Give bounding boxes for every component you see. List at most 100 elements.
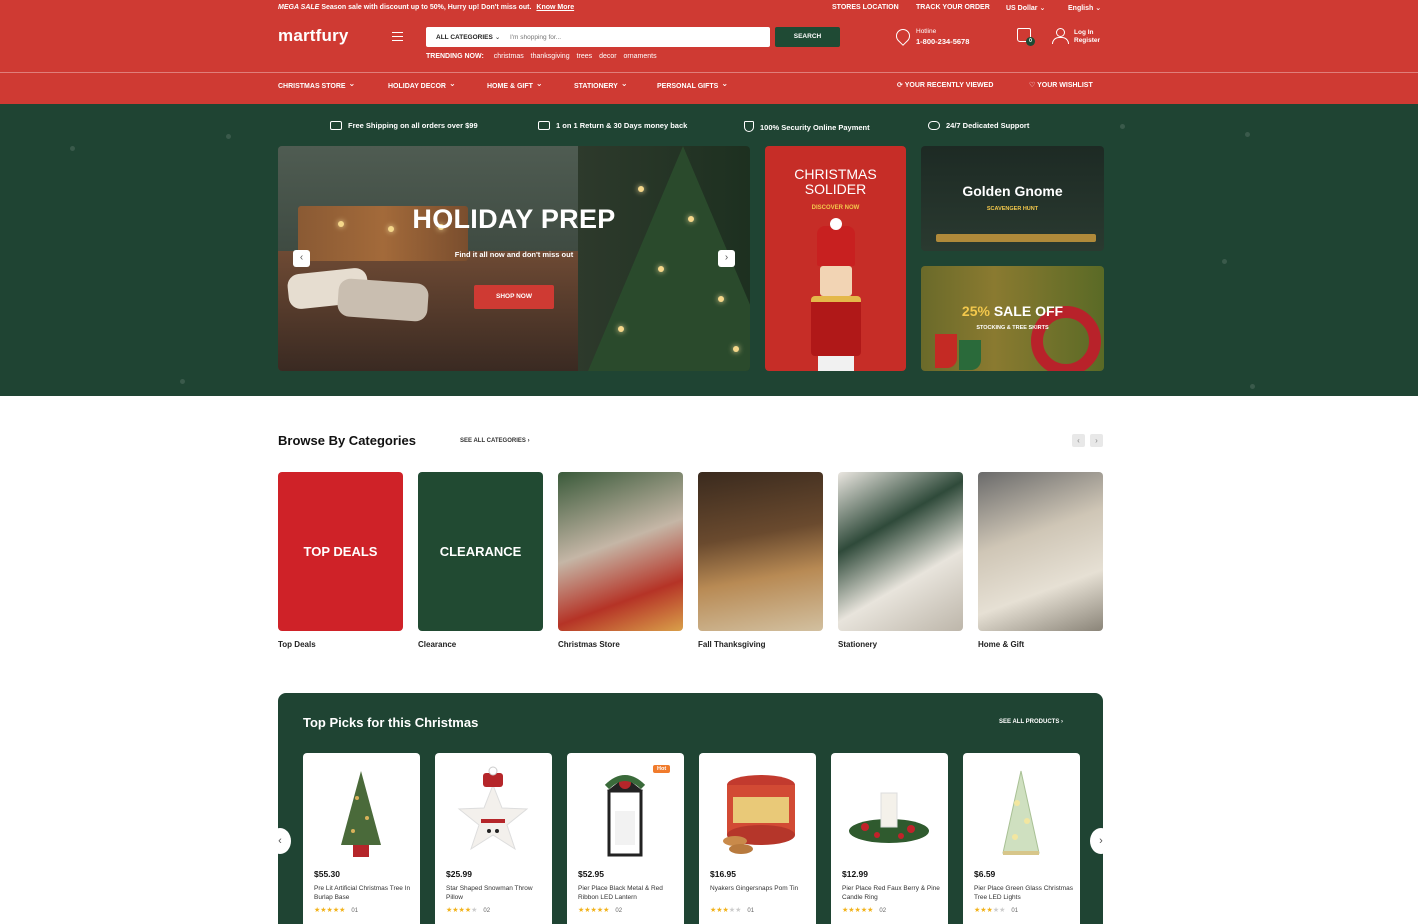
trending-link[interactable]: decor — [599, 53, 617, 60]
see-all-categories-link[interactable]: SEE ALL CATEGORIES › — [460, 438, 530, 444]
nav-holiday-decor[interactable]: HOLIDAY DECOR — [388, 81, 456, 90]
product-rating: ★★★★★ 02 — [578, 906, 622, 914]
product-rating: ★★★★★ 01 — [710, 906, 754, 914]
feature-shipping: Free Shipping on all orders over $99 — [330, 121, 478, 130]
nav-christmas-store[interactable]: CHRISTMAS STORE — [278, 81, 355, 90]
snow-dot — [180, 379, 185, 384]
arrow-right-icon[interactable]: › — [1090, 828, 1112, 854]
arrow-left-icon[interactable]: ‹ — [293, 250, 310, 267]
menu-icon[interactable] — [392, 32, 403, 41]
stores-location-link[interactable]: STORES LOCATION — [832, 4, 899, 11]
tree-light — [658, 266, 664, 272]
product-image-tree — [341, 771, 381, 857]
trending-link[interactable]: trees — [577, 53, 593, 60]
see-all-products-link[interactable]: SEE ALL PRODUCTS › — [999, 719, 1063, 725]
register-link[interactable]: Register — [1074, 37, 1100, 45]
rating-stars: ★★★★★ — [974, 907, 1006, 914]
rating-stars: ★★★★★ — [710, 907, 742, 914]
product-card[interactable]: Hot $52.95 Pier Place Black Metal & Red … — [567, 753, 684, 924]
recently-viewed-label: YOUR RECENTLY VIEWED — [904, 82, 994, 89]
wishlist-link[interactable]: ♡ YOUR WISHLIST — [1029, 81, 1093, 89]
category-card-clearance[interactable]: CLEARANCE — [418, 472, 543, 631]
language-select[interactable]: English ⌄ — [1068, 4, 1101, 12]
promo-christmas-soldier[interactable]: CHRISTMAS SOLIDER DISCOVER NOW — [765, 146, 906, 371]
feature-security: 100% Security Online Payment — [744, 121, 870, 132]
category-card-top-deals[interactable]: TOP DEALS — [278, 472, 403, 631]
arrow-right-icon[interactable]: › — [718, 250, 735, 267]
arrow-right-icon[interactable]: › — [1090, 434, 1103, 447]
hero-banner[interactable]: HOLIDAY PREP Find it all now and don't m… — [278, 146, 750, 371]
currency-select[interactable]: US Dollar ⌄ — [1006, 4, 1045, 12]
rating-count: 01 — [1011, 908, 1019, 914]
hotline-label: Hotline — [916, 28, 937, 35]
card-icon — [538, 121, 550, 130]
category-card-home-gift[interactable] — [978, 472, 1103, 631]
category-select[interactable]: ALL CATEGORIES ⌄ — [436, 33, 500, 41]
category-pager: ‹ › — [1072, 434, 1104, 448]
phone-icon — [893, 26, 913, 46]
search-input[interactable] — [510, 30, 760, 44]
recently-viewed-link[interactable]: ⟳ YOUR RECENTLY VIEWED — [897, 81, 993, 89]
nav-stationery[interactable]: STATIONERY — [574, 81, 628, 90]
trending-link[interactable]: christmas — [494, 53, 524, 60]
product-name[interactable]: Pier Place Black Metal & Red Ribbon LED … — [578, 884, 678, 902]
rating-count: 02 — [615, 908, 623, 914]
product-name[interactable]: Pier Place Red Faux Berry & Pine Candle … — [842, 884, 942, 902]
page: { "topbar":{"mega":"MEGA SALE","promo":"… — [0, 0, 1418, 924]
heart-icon: ♡ — [1029, 82, 1036, 89]
product-name[interactable]: Star Shaped Snowman Throw Pillow — [446, 884, 546, 902]
category-label[interactable]: Stationery — [838, 640, 877, 649]
nav-personal-gifts[interactable]: PERSONAL GIFTS — [657, 81, 728, 90]
login-link[interactable]: Log In — [1074, 29, 1100, 37]
product-price: $25.99 — [446, 869, 472, 879]
top-bar: MEGA SALE Season sale with discount up t… — [278, 4, 1103, 14]
know-more-link[interactable]: Know More — [536, 4, 574, 11]
category-card-christmas-store[interactable] — [558, 472, 683, 631]
promo-sale-off[interactable]: 25% SALE OFF STOCKING & TREE SKIRTS — [921, 266, 1104, 371]
nutcracker-body — [811, 296, 861, 356]
category-card-fall-thanksgiving[interactable] — [698, 472, 823, 631]
sale-percent: 25% — [961, 303, 990, 319]
see-all-label: SEE ALL CATEGORIES — [460, 438, 526, 444]
stocking — [935, 334, 957, 368]
nav-home-gift[interactable]: HOME & GIFT — [487, 81, 543, 90]
trending-link[interactable]: ornaments — [624, 53, 657, 60]
category-select-value: ALL CATEGORIES — [436, 34, 493, 41]
language-value: English — [1068, 5, 1094, 12]
rating-count: 02 — [483, 908, 491, 914]
trending-link[interactable]: thanksgiving — [531, 53, 570, 60]
refresh-icon: ⟳ — [897, 82, 903, 89]
arrow-left-icon[interactable]: ‹ — [269, 828, 291, 854]
rating-stars: ★★★★★ — [314, 907, 346, 914]
product-name[interactable]: Nyakers Gingersnaps Pom Tin — [710, 884, 810, 893]
tree-light — [688, 216, 694, 222]
product-name[interactable]: Pre Lit Artificial Christmas Tree In Bur… — [314, 884, 414, 902]
rating-stars: ★★★★★ — [578, 907, 610, 914]
mega-sale-label: MEGA SALE — [278, 4, 320, 11]
product-card[interactable]: $6.59 Pier Place Green Glass Christmas T… — [963, 753, 1080, 924]
search-button[interactable]: SEARCH — [775, 27, 840, 47]
user-icon[interactable] — [1052, 28, 1069, 44]
category-label[interactable]: Clearance — [418, 640, 456, 649]
product-card[interactable]: $12.99 Pier Place Red Faux Berry & Pine … — [831, 753, 948, 924]
product-name[interactable]: Pier Place Green Glass Christmas Tree LE… — [974, 884, 1074, 902]
product-card[interactable]: $55.30 Pre Lit Artificial Christmas Tree… — [303, 753, 420, 924]
category-label[interactable]: Fall Thanksgiving — [698, 640, 766, 649]
see-all-label: SEE ALL PRODUCTS — [999, 719, 1060, 725]
discover-now-link[interactable]: DISCOVER NOW — [765, 205, 906, 211]
hot-badge: Hot — [653, 765, 671, 773]
cart-icon[interactable]: 0 — [1017, 28, 1035, 46]
product-card[interactable]: $25.99 Star Shaped Snowman Throw Pillow … — [435, 753, 552, 924]
product-card[interactable]: $16.95 Nyakers Gingersnaps Pom Tin ★★★★★… — [699, 753, 816, 924]
track-order-link[interactable]: TRACK YOUR ORDER — [916, 4, 990, 11]
shop-now-button[interactable]: SHOP NOW — [474, 285, 554, 309]
category-label[interactable]: Christmas Store — [558, 640, 620, 649]
category-label[interactable]: Home & Gift — [978, 640, 1024, 649]
category-label[interactable]: Top Deals — [278, 640, 316, 649]
arrow-left-icon[interactable]: ‹ — [1072, 434, 1085, 447]
site-logo[interactable]: martfury — [278, 26, 349, 46]
snow-dot — [70, 146, 75, 151]
category-card-stationery[interactable] — [838, 472, 963, 631]
trending-label: TRENDING NOW: — [426, 53, 484, 60]
promo-golden-gnome[interactable]: Golden Gnome SCAVENGER HUNT — [921, 146, 1104, 251]
